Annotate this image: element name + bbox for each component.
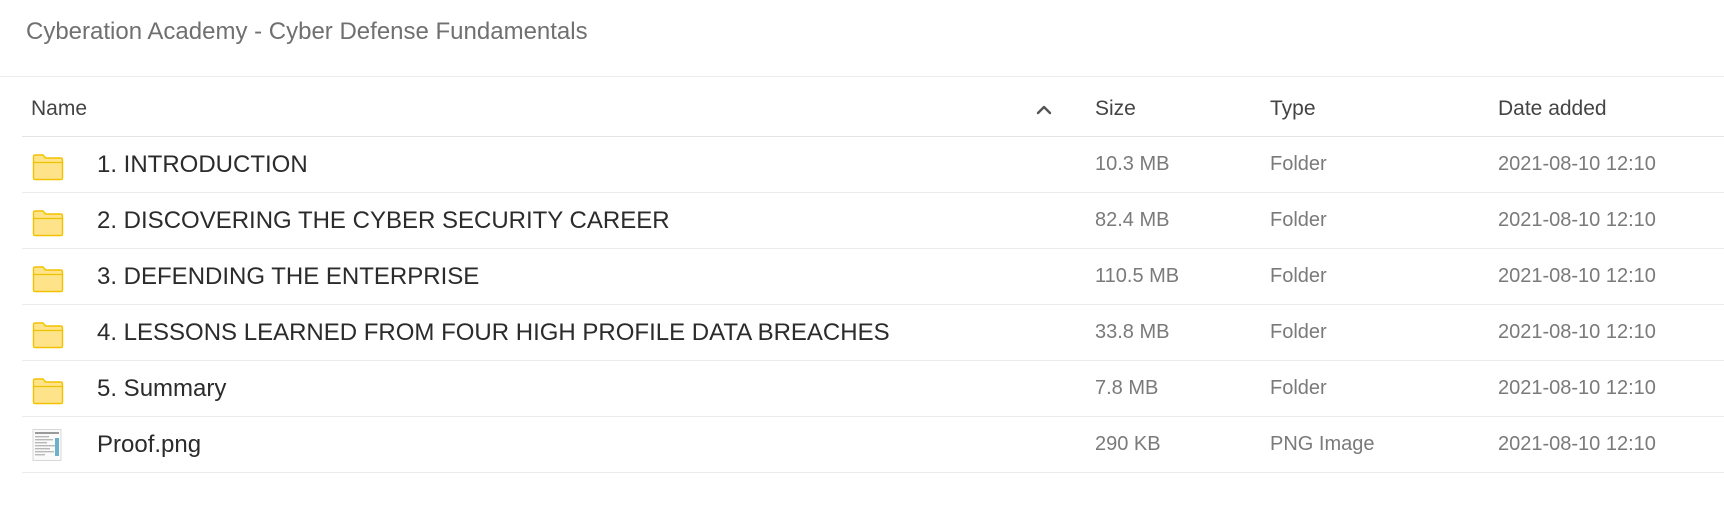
row-date-added: 2021-08-10 12:10 bbox=[1498, 209, 1656, 231]
table-row[interactable]: 4. LESSONS LEARNED FROM FOUR HIGH PROFIL… bbox=[22, 305, 1724, 361]
row-date-added: 2021-08-10 12:10 bbox=[1498, 321, 1656, 343]
row-size: 110.5 MB bbox=[1095, 265, 1180, 287]
row-type: Folder bbox=[1270, 265, 1327, 287]
row-size: 7.8 MB bbox=[1095, 377, 1159, 399]
folder-icon bbox=[32, 193, 66, 248]
table-row[interactable]: 5. Summary 7.8 MB Folder 2021-08-10 12:10 bbox=[22, 361, 1724, 417]
row-date-added: 2021-08-10 12:10 bbox=[1498, 153, 1656, 175]
column-header-size[interactable]: Size bbox=[1095, 97, 1136, 121]
row-type: Folder bbox=[1270, 209, 1327, 231]
row-date-added: 2021-08-10 12:10 bbox=[1498, 265, 1656, 287]
row-name[interactable]: 5. Summary bbox=[97, 361, 226, 416]
folder-icon bbox=[32, 249, 66, 304]
chevron-up-icon[interactable] bbox=[1034, 100, 1054, 120]
row-size: 33.8 MB bbox=[1095, 321, 1170, 343]
row-name[interactable]: 3. DEFENDING THE ENTERPRISE bbox=[97, 249, 479, 304]
table-row[interactable]: 1. INTRODUCTION 10.3 MB Folder 2021-08-10 1… bbox=[22, 137, 1724, 193]
row-name[interactable]: 4. LESSONS LEARNED FROM FOUR HIGH PROFIL… bbox=[97, 305, 890, 360]
row-name[interactable]: 1. INTRODUCTION bbox=[97, 137, 308, 192]
row-type: PNG Image bbox=[1270, 433, 1375, 455]
row-name[interactable]: Proof.png bbox=[97, 417, 201, 472]
image-thumbnail-icon bbox=[32, 417, 66, 472]
table-body: 1. INTRODUCTION 10.3 MB Folder 2021-08-10 1… bbox=[22, 137, 1724, 473]
row-name[interactable]: 2. DISCOVERING THE CYBER SECURITY CAREER bbox=[97, 193, 670, 248]
column-header-date[interactable]: Date added bbox=[1498, 97, 1607, 121]
column-header-name[interactable]: Name bbox=[31, 97, 87, 121]
folder-icon bbox=[32, 361, 66, 416]
row-type: Folder bbox=[1270, 377, 1327, 399]
row-size: 10.3 MB bbox=[1095, 153, 1170, 175]
folder-icon bbox=[32, 305, 66, 360]
column-header-type[interactable]: Type bbox=[1270, 97, 1316, 121]
table-header: Name Size Type Date added bbox=[22, 86, 1724, 137]
row-date-added: 2021-08-10 12:10 bbox=[1498, 433, 1656, 455]
row-type: Folder bbox=[1270, 153, 1327, 175]
table-row[interactable]: 3. DEFENDING THE ENTERPRISE 110.5 MB Folde… bbox=[22, 249, 1724, 305]
row-type: Folder bbox=[1270, 321, 1327, 343]
file-table: Name Size Type Date added 1. INTRODUCTIO… bbox=[22, 86, 1724, 473]
header-divider bbox=[0, 76, 1724, 77]
row-date-added: 2021-08-10 12:10 bbox=[1498, 377, 1656, 399]
table-row[interactable]: Proof.png 290 KB PNG Image 2021-08-10 12:10 bbox=[22, 417, 1724, 473]
row-size: 82.4 MB bbox=[1095, 209, 1170, 231]
folder-icon bbox=[32, 137, 66, 192]
table-row[interactable]: 2. DISCOVERING THE CYBER SECURITY CAREER… bbox=[22, 193, 1724, 249]
row-size: 290 KB bbox=[1095, 433, 1161, 455]
window-title: Cyberation Academy - Cyber Defense Funda… bbox=[26, 18, 588, 45]
